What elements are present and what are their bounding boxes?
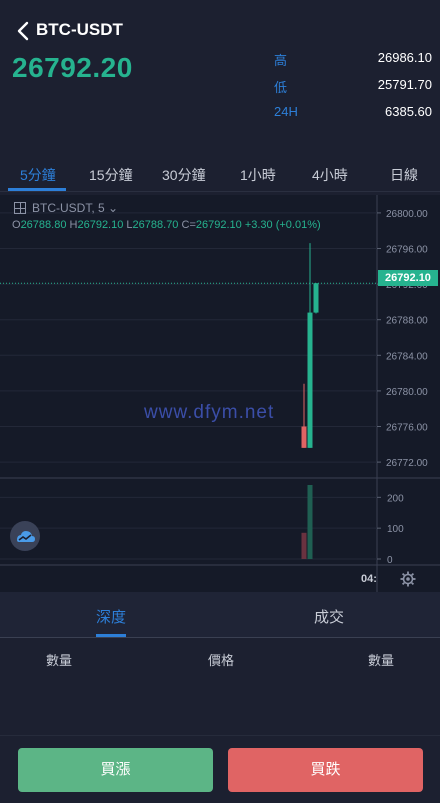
gear-icon[interactable] bbox=[400, 571, 416, 587]
y-tick-label: 26780.00 bbox=[386, 387, 428, 398]
stat-value: 6385.60 bbox=[385, 104, 432, 119]
tab-4h[interactable]: 4小時 bbox=[312, 165, 348, 185]
candle-body bbox=[313, 283, 319, 313]
candle-body bbox=[301, 426, 307, 448]
col-price: 價格 bbox=[208, 653, 235, 668]
interval-tabs: 5分鐘 15分鐘 30分鐘 1小時 4小時 日線 bbox=[0, 160, 440, 192]
y-tick-label: 26784.00 bbox=[386, 351, 428, 362]
col-qty-ask: 數量 bbox=[368, 653, 395, 668]
ohlc-open: 26788.80 bbox=[20, 219, 67, 231]
y-tick-label: 26776.00 bbox=[386, 423, 428, 434]
stat-24h: 24H 6385.60 bbox=[274, 104, 432, 131]
symbol-label: BTC-USDT, 5 bbox=[32, 201, 105, 215]
tab-5m[interactable]: 5分鐘 bbox=[20, 165, 56, 185]
ohlc-c-label: C= bbox=[181, 219, 196, 231]
trade-footer: 買漲 買跌 bbox=[0, 735, 440, 803]
tab-trades[interactable]: 成交 bbox=[314, 606, 344, 627]
ohlc-close: 26792.10 bbox=[195, 219, 242, 231]
tab-depth[interactable]: 深度 bbox=[96, 606, 126, 627]
y-tick-label: 26772.00 bbox=[386, 458, 428, 469]
ohlc-change: +3.30 (+0.01%) bbox=[244, 219, 321, 231]
order-book: 數量 價格 數量 bbox=[0, 638, 440, 738]
stats-panel: 高 26986.10 低 25791.70 24H 6385.60 bbox=[274, 50, 432, 131]
y-tick-label: 26788.00 bbox=[386, 316, 428, 327]
chevron-down-icon[interactable]: ⌄ bbox=[105, 201, 118, 215]
ticker-header: BTC-USDT 26792.20 高 26986.10 低 25791.70 … bbox=[0, 0, 440, 150]
candle-body bbox=[307, 312, 313, 448]
stat-label: 低 bbox=[274, 80, 288, 95]
ohlc-o-label: O bbox=[12, 219, 21, 231]
kline-chart[interactable]: 26800.0026796.0026792.0026788.0026784.00… bbox=[0, 195, 440, 592]
stat-value: 25791.70 bbox=[377, 77, 432, 92]
tab-1d[interactable]: 日線 bbox=[390, 165, 418, 185]
current-price-tag: 26792.10 bbox=[378, 270, 438, 286]
buy-up-button[interactable]: 買漲 bbox=[18, 748, 213, 792]
chart-legend[interactable]: BTC-USDT, 5 ⌄ bbox=[14, 201, 118, 215]
tab-30m[interactable]: 30分鐘 bbox=[162, 165, 206, 185]
depth-tab-underline bbox=[96, 634, 126, 637]
pair-title: BTC-USDT bbox=[36, 20, 123, 39]
volume-tick-label: 200 bbox=[387, 493, 404, 504]
time-axis-label: 04: bbox=[361, 573, 377, 585]
back-icon[interactable] bbox=[14, 20, 34, 42]
ohlc-readout: O26788.80 H26792.10 L26788.70 C=26792.10… bbox=[12, 219, 321, 231]
volume-tick-label: 0 bbox=[387, 555, 393, 566]
volume-bar bbox=[301, 532, 307, 559]
ohlc-low: 26788.70 bbox=[132, 219, 179, 231]
tab-15m[interactable]: 15分鐘 bbox=[89, 165, 133, 185]
cloud-logo-icon[interactable] bbox=[10, 521, 40, 551]
stat-label: 高 bbox=[274, 53, 288, 68]
buy-down-button[interactable]: 買跌 bbox=[228, 748, 423, 792]
stat-high: 高 26986.10 bbox=[274, 50, 432, 77]
volume-bar bbox=[307, 485, 313, 559]
col-qty-bid: 數量 bbox=[46, 653, 73, 668]
stat-low: 低 25791.70 bbox=[274, 77, 432, 104]
watermark: www.dfym.net bbox=[144, 402, 275, 423]
depth-tabs: 深度 成交 bbox=[0, 592, 440, 638]
kline-svg: 26800.0026796.0026792.0026788.0026784.00… bbox=[0, 195, 440, 592]
y-tick-label: 26800.00 bbox=[386, 209, 428, 220]
y-tick-label: 26796.00 bbox=[386, 245, 428, 256]
tab-1h[interactable]: 1小時 bbox=[240, 165, 276, 185]
tab-underline bbox=[8, 188, 66, 191]
last-price: 26792.20 bbox=[12, 52, 133, 83]
stat-value: 26986.10 bbox=[377, 50, 432, 65]
volume-tick-label: 100 bbox=[387, 524, 404, 535]
ohlc-high: 26792.10 bbox=[77, 219, 124, 231]
indicator-icon[interactable] bbox=[14, 202, 26, 214]
stat-label: 24H bbox=[274, 104, 298, 119]
